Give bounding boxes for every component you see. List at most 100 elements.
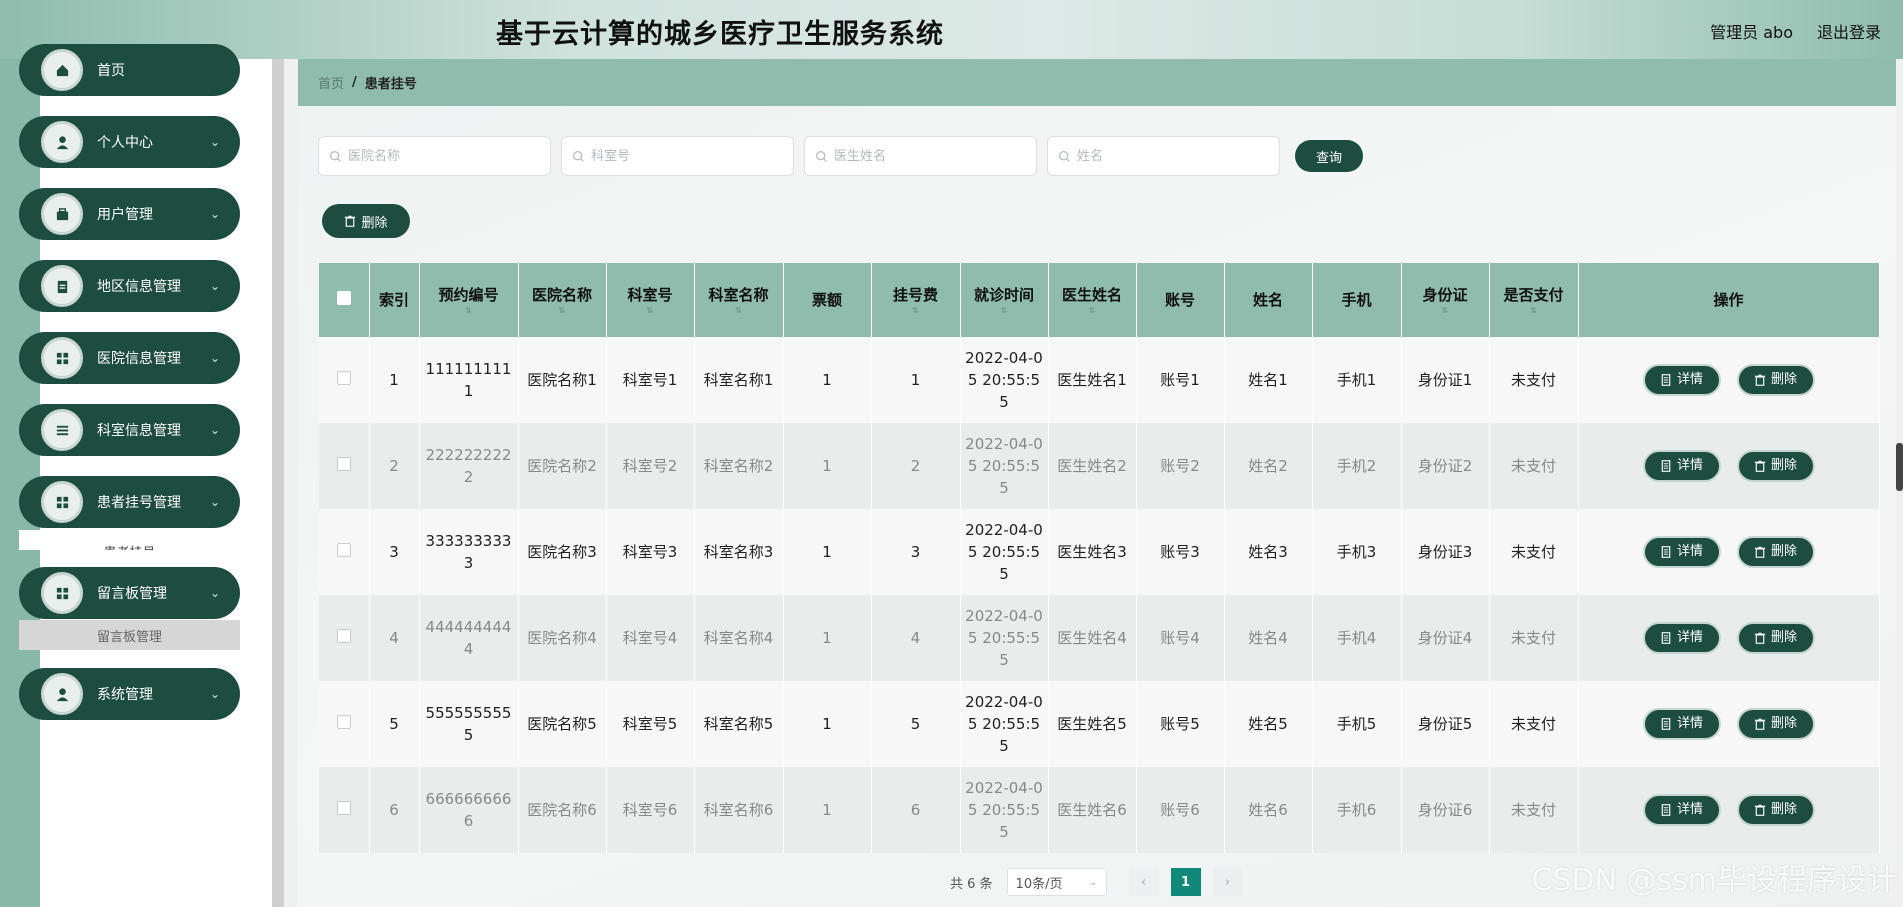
header-name[interactable]: 姓名 [1224,263,1313,337]
name-search-input[interactable] [1077,148,1267,164]
cell-phone: 手机6 [1312,767,1402,853]
row-checkbox[interactable] [336,715,351,729]
cell-hospital: 医院名称2 [518,423,607,509]
header-ticket[interactable]: 票额 [783,263,872,337]
admin-name: 管理员 abo [1710,23,1793,42]
header-visit-time[interactable]: 就诊时间 ⇅ [960,263,1049,337]
sidebar-item-profile[interactable]: 个人中心 ⌄ [19,116,240,168]
cell-fee: 2 [871,423,961,509]
row-delete-button[interactable]: 删除 [1736,450,1815,482]
submenu-item-message-board[interactable]: 留言板管理 [19,620,240,650]
hospital-search-input[interactable] [348,148,538,164]
cell-no: 1111111111 [419,337,519,423]
chevron-down-icon: ⌄ [209,687,220,701]
header-room-no[interactable]: 科室号 ⇅ [606,263,695,337]
sidebar-item-label: 地区信息管理 [97,279,181,295]
cell-hospital: 医院名称4 [518,595,607,681]
cell-fee: 6 [871,767,961,853]
row-delete-button[interactable]: 删除 [1736,364,1815,396]
row-delete-button[interactable]: 删除 [1736,536,1815,568]
row-delete-button[interactable]: 删除 [1736,708,1815,740]
cell-phone: 手机5 [1312,681,1402,767]
document-icon [1661,804,1671,816]
sidebar-item-department[interactable]: 科室信息管理 ⌄ [19,404,240,456]
header-appointment-no[interactable]: 预约编号 ⇅ [419,263,519,337]
detail-button[interactable]: 详情 [1642,450,1721,482]
sidebar-item-users[interactable]: 用户管理 ⌄ [19,188,240,240]
row-checkbox[interactable] [336,801,351,815]
cell-name: 姓名5 [1224,681,1313,767]
cell-room-no: 科室号1 [606,337,695,423]
document-icon [1661,460,1671,472]
cell-id: 身份证2 [1401,423,1490,509]
cell-ticket: 1 [783,681,872,767]
list-icon [41,409,83,451]
header-id-card[interactable]: 身份证 ⇅ [1401,263,1490,337]
clipboard-icon [41,265,83,307]
batch-delete-button[interactable]: 删除 [322,204,410,238]
chevron-down-icon: ⌄ [209,586,220,600]
doctor-search-input[interactable] [834,148,1024,164]
row-checkbox[interactable] [336,629,351,643]
cell-id: 身份证6 [1401,767,1490,853]
table-row: 6 6666666666 医院名称6 科室号6 科室名称6 1 6 2022-04-05 20… [319,767,1880,853]
next-page-button[interactable]: › [1212,868,1243,896]
row-checkbox[interactable] [336,543,351,557]
scrollbar-thumb[interactable] [1896,443,1903,491]
header-room-name[interactable]: 科室名称 ⇅ [694,263,784,337]
breadcrumb-home[interactable]: 首页 [318,73,344,92]
row-checkbox[interactable] [336,457,351,471]
logout-link[interactable]: 退出登录 [1817,19,1881,43]
cell-hospital: 医院名称3 [518,509,607,595]
header-fee[interactable]: 挂号费 ⇅ [871,263,961,337]
detail-button[interactable]: 详情 [1642,794,1721,826]
header-paid[interactable]: 是否支付 ⇅ [1489,263,1579,337]
cell-doctor: 医生姓名1 [1048,337,1137,423]
cell-account: 账号4 [1136,595,1225,681]
total-count: 共 6 条 [950,876,993,892]
detail-button[interactable]: 详情 [1642,536,1721,568]
cell-phone: 手机3 [1312,509,1402,595]
room-no-search-input[interactable] [591,148,781,164]
detail-button[interactable]: 详情 [1642,622,1721,654]
sidebar-item-label: 用户管理 [97,207,153,223]
cell-name: 姓名4 [1224,595,1313,681]
cell-room-no: 科室号5 [606,681,695,767]
detail-button[interactable]: 详情 [1642,708,1721,740]
breadcrumb-current: 患者挂号 [364,77,417,92]
row-delete-button[interactable]: 删除 [1736,794,1815,826]
sidebar-item-registration[interactable]: 患者挂号管理 ⌄ [19,476,240,528]
header-doctor[interactable]: 医生姓名 ⇅ [1048,263,1137,337]
chevron-down-icon: ⌄ [209,279,220,293]
sidebar-item-hospital[interactable]: 医院信息管理 ⌄ [19,332,240,384]
sidebar-item-message-board[interactable]: 留言板管理 ⌄ [19,567,240,619]
sidebar-item-region[interactable]: 地区信息管理 ⌄ [19,260,240,312]
cell-phone: 手机1 [1312,337,1402,423]
trash-icon [345,215,356,227]
header-account[interactable]: 账号 [1136,263,1225,337]
prev-page-button[interactable]: ‹ [1128,868,1159,896]
header-phone[interactable]: 手机 [1312,263,1402,337]
row-select-cell [319,423,370,509]
name-search-field [1047,136,1280,176]
row-delete-button[interactable]: 删除 [1736,622,1815,654]
query-button[interactable]: 查询 [1295,140,1363,172]
cell-fee: 4 [871,595,961,681]
page-1-button[interactable]: 1 [1170,868,1201,896]
detail-button[interactable]: 详情 [1642,364,1721,396]
table-header-row: 索引 预约编号 ⇅ 医院名称 ⇅ 科室号 ⇅ 科室名称 ⇅ 票额 挂号费 ⇅ 就诊时间 ⇅ … [319,263,1880,337]
sidebar-item-home[interactable]: 首页 [19,44,240,96]
table-row: 5 5555555555 医院名称5 科室号5 科室名称5 1 5 2022-04-05 20… [319,681,1880,767]
cell-room: 科室名称4 [694,595,784,681]
select-all-checkbox[interactable] [336,291,351,305]
table-row: 3 3333333333 医院名称3 科室号3 科室名称3 1 3 2022-04-05 20… [319,509,1880,595]
sidebar-item-system[interactable]: 系统管理 ⌄ [19,668,240,720]
cell-ticket: 1 [783,337,872,423]
header-hospital[interactable]: 医院名称 ⇅ [518,263,607,337]
page-size-select[interactable]: 10条/页 ⌄ [1006,868,1107,896]
row-checkbox[interactable] [336,371,351,385]
doctor-search-field [804,136,1037,176]
cell-paid: 未支付 [1489,595,1579,681]
cell-idx: 4 [369,595,420,681]
home-icon [41,49,83,91]
